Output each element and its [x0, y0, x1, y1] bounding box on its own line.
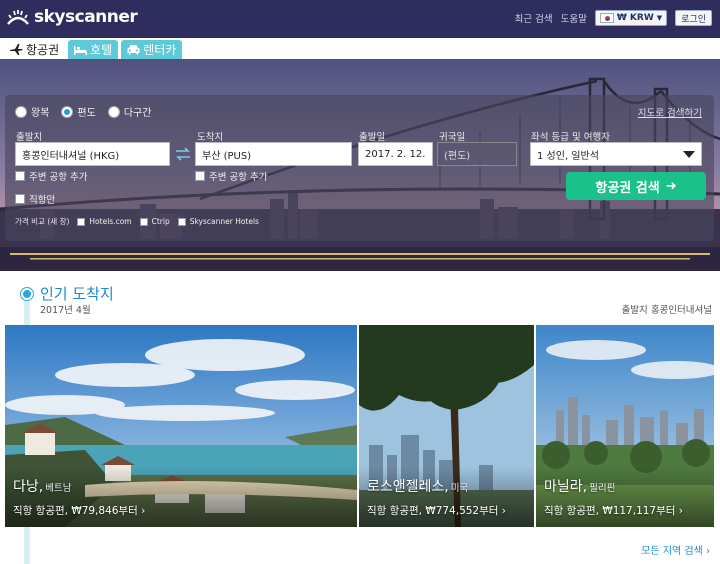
trip-type-oneway-label: 편도	[77, 108, 96, 119]
checkbox-box	[15, 194, 25, 204]
city-name: 마닐라,	[544, 479, 588, 495]
tab-car-hire-label: 렌터카	[143, 43, 177, 57]
depart-date-input[interactable]: 2017. 2. 12.	[358, 142, 433, 166]
help-link[interactable]: 도움말	[561, 11, 587, 25]
city-name: 다낭,	[13, 479, 44, 495]
currency-selector[interactable]: ₩ KRW ▼	[594, 10, 668, 26]
recent-searches-link[interactable]: 최근 검색	[515, 11, 553, 25]
checkbox-box	[15, 171, 25, 181]
radio-round	[15, 105, 27, 118]
cabin-travellers-select[interactable]: 1 성인, 일반석	[530, 142, 702, 166]
destination-card-los-angeles[interactable]: 로스앤젤레스, 미국 직항 항공편, ₩774,552부터 ›	[359, 325, 534, 527]
destination-city: 마닐라, 필리핀	[544, 476, 615, 496]
to-nearby-label: 주변 공항 추가	[209, 172, 268, 183]
currency-label: ₩ KRW	[616, 13, 654, 23]
tab-flights-label: 항공권	[26, 43, 60, 57]
arrow-right-icon: ➜	[665, 178, 677, 194]
chevron-right-icon: ›	[501, 505, 506, 517]
top-bar: skyscanner 최근 검색 도움말 ₩ KRW ▼ 로그인	[0, 0, 720, 38]
compare-option-label: Hotels.com	[89, 217, 132, 226]
all-regions-label: 모든 지역 검색	[641, 546, 703, 557]
tab-hotels[interactable]: 호텔	[68, 40, 119, 59]
search-flights-button[interactable]: 항공권 검색 ➜	[566, 172, 706, 200]
tab-flights[interactable]: 항공권	[4, 40, 66, 59]
price-text: 직항 항공편, ₩774,552부터	[367, 505, 499, 517]
from-input[interactable]: 홍콩인터내셔널 (HKG)	[15, 142, 170, 166]
destination-price: 직항 항공편, ₩117,117부터 ›	[544, 503, 683, 518]
destination-city: 로스앤젤레스, 미국	[367, 476, 468, 496]
trip-type-round-label: 왕복	[31, 108, 50, 119]
bed-icon	[74, 46, 88, 55]
popular-destinations-title: 인기 도착지	[40, 285, 114, 303]
chevron-right-icon: ›	[706, 546, 710, 557]
chevron-right-icon: ›	[141, 505, 146, 517]
chevron-right-icon: ›	[678, 505, 683, 517]
depart-label: 출발일	[359, 132, 386, 143]
city-name: 로스앤젤레스,	[367, 479, 449, 495]
popular-origin: 출발지 홍콩인터내셔널	[621, 305, 712, 316]
trip-type-round[interactable]: 왕복	[15, 104, 49, 119]
map-search-link[interactable]: 지도로 검색하기	[638, 105, 702, 119]
return-date-input[interactable]: (편도)	[437, 142, 517, 166]
product-tabs: 항공권 호텔 렌터카	[4, 40, 183, 59]
dropdown-caret-icon	[683, 151, 695, 158]
compare-option-label: Skyscanner Hotels	[189, 217, 259, 226]
destination-card-manila[interactable]: 마닐라, 필리핀 직항 항공편, ₩117,117부터 ›	[536, 325, 714, 527]
dropdown-arrow-icon: ▼	[656, 14, 663, 22]
destination-card-danang[interactable]: 다낭, 베트남 직항 항공편, ₩79,846부터 ›	[5, 325, 357, 527]
destination-price: 직항 항공편, ₩79,846부터 ›	[13, 503, 145, 518]
from-label: 출발지	[16, 132, 43, 143]
direct-only-checkbox[interactable]: 직항만	[15, 192, 55, 206]
compare-hotels-com-checkbox[interactable]: Hotels.com	[77, 217, 132, 226]
radio-multicity	[107, 105, 120, 118]
trip-type-multicity[interactable]: 다구간	[107, 104, 152, 119]
to-nearby-checkbox[interactable]: 주변 공항 추가	[195, 169, 267, 183]
destination-city: 다낭, 베트남	[13, 476, 71, 496]
radio-oneway	[61, 105, 74, 118]
trip-type-oneway[interactable]: 편도	[61, 104, 96, 119]
country-name: 미국	[450, 483, 469, 494]
from-nearby-label: 주변 공항 추가	[29, 172, 88, 183]
country-name: 베트남	[45, 483, 72, 494]
to-input[interactable]: 부산 (PUS)	[195, 142, 352, 166]
login-button[interactable]: 로그인	[675, 10, 712, 26]
price-text: 직항 항공편, ₩117,117부터	[544, 505, 676, 517]
price-compare-row: 가격 비교 (새 창) Hotels.com Ctrip Skyscanner …	[15, 216, 259, 227]
skyscanner-logo[interactable]: skyscanner	[6, 6, 138, 28]
direct-only-label: 직항만	[29, 195, 56, 206]
hero-banner: 왕복 편도 다구간 지도로 검색하기 출발지 홍콩인터내셔널 (HKG) 주변 …	[0, 59, 720, 271]
to-label: 도착지	[197, 132, 224, 143]
cabin-value: 1 성인, 일반석	[537, 150, 599, 162]
checkbox-box	[195, 171, 205, 181]
destination-price: 직항 항공편, ₩774,552부터 ›	[367, 503, 506, 518]
search-button-label: 항공권 검색	[595, 180, 660, 196]
checkbox-box	[177, 217, 186, 226]
all-regions-link[interactable]: 모든 지역 검색 ›	[641, 542, 710, 557]
checkbox-box	[77, 217, 86, 226]
tab-hotels-label: 호텔	[90, 43, 113, 57]
sunburst-logo-icon	[7, 10, 29, 25]
compare-ctrip-checkbox[interactable]: Ctrip	[139, 217, 170, 226]
trip-type-multicity-label: 다구간	[123, 108, 152, 119]
korea-flag-icon	[599, 13, 614, 23]
cabin-label: 좌석 등급 및 여행자	[531, 132, 610, 143]
brand-name: skyscanner	[34, 7, 138, 27]
from-nearby-checkbox[interactable]: 주변 공항 추가	[15, 169, 87, 183]
swap-arrows-icon[interactable]	[175, 147, 191, 161]
compare-skyscanner-hotels-checkbox[interactable]: Skyscanner Hotels	[177, 217, 259, 226]
country-name: 필리핀	[589, 483, 616, 494]
car-icon	[127, 45, 140, 55]
price-text: 직항 항공편, ₩79,846부터	[13, 505, 138, 517]
compare-label: 가격 비교 (새 창)	[15, 217, 70, 226]
compare-option-label: Ctrip	[151, 217, 170, 226]
checkbox-box	[139, 217, 148, 226]
flight-search-panel: 왕복 편도 다구간 지도로 검색하기 출발지 홍콩인터내셔널 (HKG) 주변 …	[5, 95, 714, 241]
airplane-icon	[10, 44, 23, 55]
timeline-dot	[21, 288, 33, 300]
tab-car-hire[interactable]: 렌터카	[121, 40, 183, 59]
return-label: 귀국일	[439, 132, 466, 143]
popular-date: 2017년 4월	[40, 305, 91, 316]
